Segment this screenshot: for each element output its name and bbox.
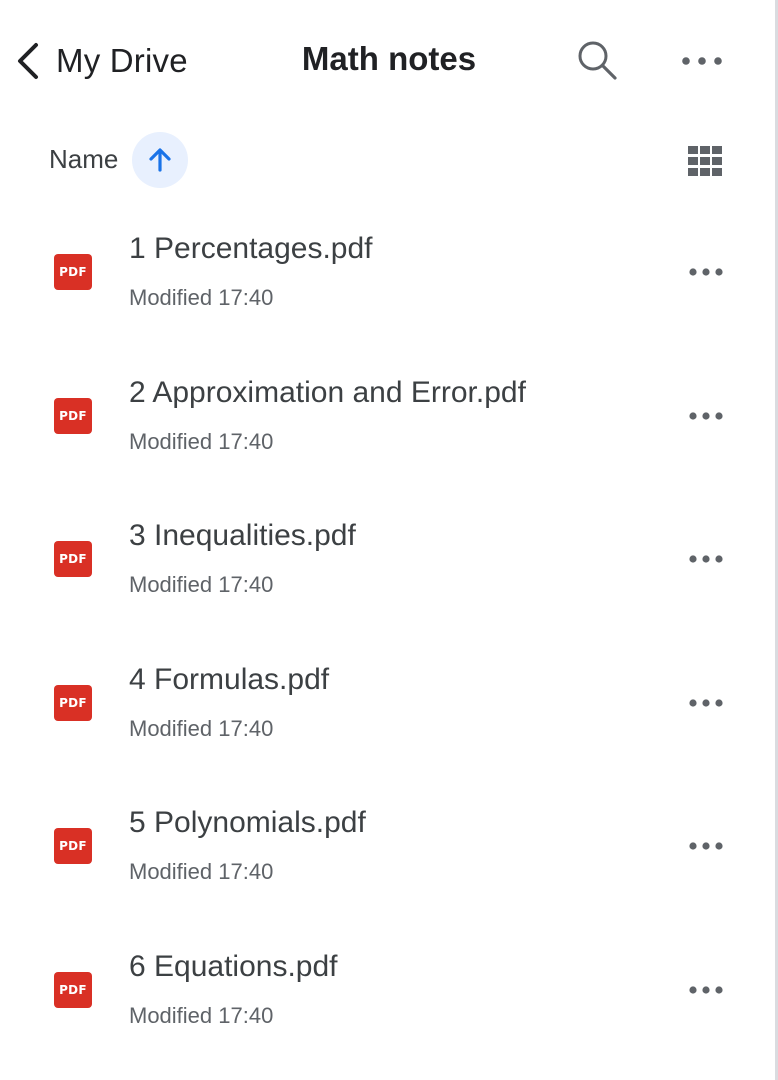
file-row[interactable]: PDF 3 Inequalities.pdf Modified 17:40	[0, 487, 775, 631]
more-horizontal-icon	[676, 57, 728, 86]
file-name: 2 Approximation and Error.pdf	[129, 375, 526, 409]
grid-view-button[interactable]	[684, 142, 726, 180]
sort-direction-button[interactable]	[132, 132, 188, 188]
more-horizontal-icon	[689, 842, 723, 850]
more-horizontal-icon	[689, 268, 723, 276]
file-modified: Modified 17:40	[129, 572, 274, 598]
file-name: 1 Percentages.pdf	[129, 232, 373, 265]
more-horizontal-icon	[689, 986, 723, 994]
back-button[interactable]: My Drive	[14, 38, 188, 84]
more-options-button[interactable]	[676, 40, 728, 82]
sort-bar: Name	[0, 130, 775, 190]
file-more-options-button[interactable]	[684, 398, 728, 434]
more-horizontal-icon	[689, 411, 723, 420]
file-more-options-button[interactable]	[684, 828, 728, 864]
file-modified: Modified 17:40	[129, 428, 274, 454]
pdf-file-icon: PDF	[54, 254, 92, 290]
file-modified: Modified 17:40	[129, 1002, 274, 1028]
file-row[interactable]: PDF 6 Equations.pdf Modified 17:40	[0, 918, 775, 1062]
pdf-file-icon: PDF	[54, 684, 92, 721]
pdf-file-icon: PDF	[54, 541, 92, 578]
file-more-options-button[interactable]	[684, 254, 728, 290]
file-more-options-button[interactable]	[684, 972, 728, 1008]
search-button[interactable]	[572, 38, 622, 84]
more-horizontal-icon	[689, 699, 723, 707]
pdf-file-icon: PDF	[54, 397, 92, 434]
pdf-file-icon: PDF	[54, 828, 92, 865]
grid-view-icon	[684, 146, 726, 184]
back-label: My Drive	[56, 42, 188, 79]
file-name: 3 Inequalities.pdf	[129, 519, 356, 553]
top-app-bar: My Drive Math notes	[0, 0, 775, 120]
file-list: PDF 1 Percentages.pdf Modified 17:40 PDF…	[0, 200, 775, 1062]
file-modified: Modified 17:40	[129, 715, 274, 741]
file-name: 5 Polynomials.pdf	[129, 806, 366, 840]
file-more-options-button[interactable]	[684, 541, 728, 577]
pdf-file-icon: PDF	[54, 971, 92, 1008]
file-modified: Modified 17:40	[129, 285, 274, 310]
file-row[interactable]: PDF 2 Approximation and Error.pdf Modifi…	[0, 344, 775, 488]
chevron-left-icon	[14, 41, 42, 81]
file-row[interactable]: PDF 1 Percentages.pdf Modified 17:40	[0, 200, 775, 344]
search-icon	[572, 41, 622, 88]
more-horizontal-icon	[689, 555, 723, 563]
file-row[interactable]: PDF 5 Polynomials.pdf Modified 17:40	[0, 774, 775, 918]
file-row[interactable]: PDF 4 Formulas.pdf Modified 17:40	[0, 631, 775, 775]
file-name: 6 Equations.pdf	[129, 949, 338, 983]
file-modified: Modified 17:40	[129, 859, 274, 885]
file-name: 4 Formulas.pdf	[129, 662, 330, 696]
file-more-options-button[interactable]	[684, 685, 728, 721]
sort-by-name-label[interactable]: Name	[49, 144, 118, 175]
